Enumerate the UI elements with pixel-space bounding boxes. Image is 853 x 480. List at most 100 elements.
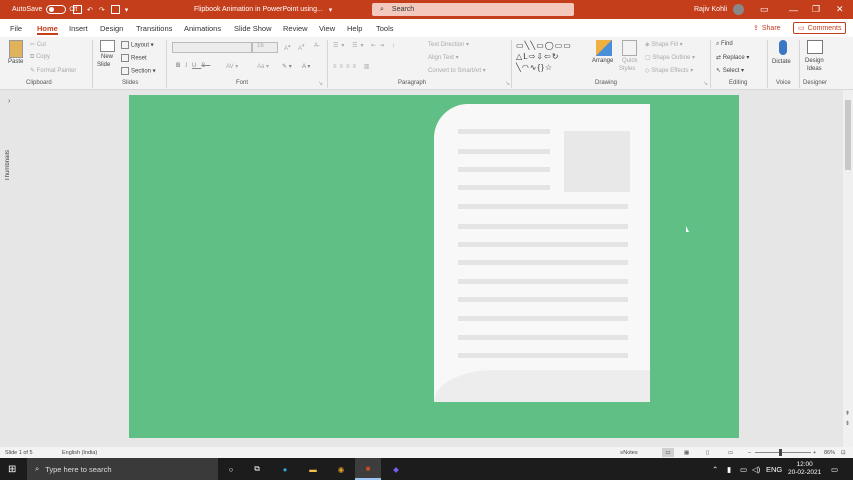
tray-overflow-icon[interactable]: ⌃ [712, 458, 718, 480]
new-slide-icon[interactable] [100, 40, 115, 52]
edge-icon[interactable]: ● [272, 458, 298, 480]
design-ideas-button-line2[interactable]: Ideas [807, 66, 822, 72]
tab-animations[interactable]: Animations [184, 19, 221, 37]
language-status[interactable]: English (India) [62, 447, 97, 458]
document-title[interactable]: Flipbook Animation in PowerPoint using..… [194, 0, 332, 19]
clear-format-icon[interactable]: A̶ [314, 43, 318, 49]
replace-button[interactable]: ⇄ Replace ▾ [716, 54, 749, 61]
tab-home[interactable]: Home [37, 19, 58, 37]
text-direction-button[interactable]: Text Direction ▾ [428, 41, 469, 48]
autosave-toggle[interactable] [46, 5, 67, 14]
tab-help[interactable]: Help [347, 19, 362, 37]
zoom-slider-handle[interactable] [779, 449, 782, 456]
dialog-launcher-icon[interactable]: ↘ [318, 80, 323, 87]
layout-button[interactable]: Layout ▾ [121, 41, 154, 49]
next-slide-icon[interactable]: ⇟ [845, 420, 850, 427]
slide-canvas[interactable] [129, 95, 739, 438]
dictate-button[interactable]: Dictate [772, 59, 791, 65]
volume-icon[interactable]: ◁) [752, 458, 760, 480]
autosave-control[interactable]: AutoSave Off [12, 0, 77, 19]
notifications-icon[interactable]: ▭ [831, 458, 838, 480]
dialog-launcher-icon[interactable]: ↘ [505, 80, 510, 87]
share-button[interactable]: ⇪ Share [753, 22, 781, 34]
ribbon-display-icon[interactable]: ▭ [760, 0, 769, 19]
tab-view[interactable]: View [319, 19, 335, 37]
app-icon[interactable]: ◆ [383, 458, 409, 480]
undo-icon[interactable]: ↶ [87, 6, 93, 14]
alignment-buttons[interactable]: ≡≡≡≡ ▥ [333, 63, 372, 70]
copy-button[interactable]: ⧉ Copy [30, 54, 50, 61]
font-color-icon[interactable]: A ▾ [302, 63, 310, 70]
normal-view-icon[interactable]: ▭ [662, 448, 674, 457]
restore-icon[interactable]: ❐ [812, 0, 820, 19]
customize-icon[interactable]: ▾ [125, 6, 129, 14]
paste-button[interactable]: Paste [8, 59, 23, 65]
search-box[interactable]: ⌕ Search [372, 3, 574, 16]
file-explorer-icon[interactable]: ▬ [300, 458, 326, 480]
cortana-icon[interactable]: ○ [218, 458, 244, 480]
zoom-slider[interactable] [755, 452, 811, 453]
font-shrink-icon[interactable]: A▾ [298, 43, 305, 52]
change-case-icon[interactable]: Aa ▾ [257, 63, 269, 70]
font-style-buttons[interactable]: BIUS [176, 63, 210, 69]
clock[interactable]: 12:00 20-02-2021 [788, 458, 821, 480]
zoom-in-icon[interactable]: + [813, 447, 816, 458]
redo-icon[interactable]: ↷ [99, 6, 105, 14]
tab-tools[interactable]: Tools [376, 19, 394, 37]
thumbnails-pane[interactable]: › Thumbnails [0, 90, 22, 447]
indent-icon[interactable]: ⇤⇥ [371, 43, 387, 49]
taskbar-search[interactable]: ⌕ Type here to search [27, 458, 218, 480]
zoom-out-icon[interactable]: – [748, 447, 751, 458]
chrome-icon[interactable]: ◉ [328, 458, 354, 480]
arrange-icon[interactable] [596, 40, 612, 56]
arrange-button[interactable]: Arrange [592, 58, 613, 64]
numbering-icon[interactable]: ☰▾ [352, 43, 366, 49]
windows-start-icon[interactable]: ⊞ [8, 458, 16, 480]
user-name[interactable]: Rajiv Kohli [694, 0, 727, 19]
shape-fill-button[interactable]: ◈ Shape Fill ▾ [645, 41, 683, 48]
bold-icon[interactable]: B [176, 63, 185, 69]
section-button[interactable]: Section ▾ [121, 67, 156, 75]
powerpoint-icon[interactable]: ■ [355, 458, 381, 480]
bullets-icon[interactable]: ☰▾ [333, 43, 347, 49]
highlight-icon[interactable]: ✎ ▾ [282, 63, 292, 70]
dialog-launcher-icon[interactable]: ↘ [703, 80, 708, 87]
prev-slide-icon[interactable]: ⇞ [845, 410, 850, 417]
underline-icon[interactable]: U [192, 63, 201, 69]
tab-slide-show[interactable]: Slide Show [234, 19, 272, 37]
tab-review[interactable]: Review [283, 19, 308, 37]
convert-smartart-button[interactable]: Convert to SmartArt ▾ [428, 67, 486, 74]
task-view-icon[interactable]: ⧉ [244, 458, 270, 480]
fit-slide-icon[interactable]: ⊡ [841, 447, 846, 458]
tab-file[interactable]: File [10, 19, 22, 37]
comments-button[interactable]: ▭ Comments [793, 22, 847, 34]
close-icon[interactable]: ✕ [836, 0, 844, 19]
notes-button[interactable]: ≡ Notes [620, 447, 638, 458]
quick-styles-button-line2[interactable]: Styles [619, 66, 635, 72]
minimize-icon[interactable]: — [789, 0, 798, 19]
tab-insert[interactable]: Insert [69, 19, 88, 37]
vertical-scrollbar[interactable]: ⇞ ⇟ [843, 90, 853, 447]
justify-icon[interactable]: ≡ [353, 64, 360, 70]
align-text-button[interactable]: Align Text ▾ [428, 54, 459, 61]
italic-icon[interactable]: I [185, 63, 192, 69]
font-grow-icon[interactable]: A▴ [284, 43, 291, 52]
shape-effects-button[interactable]: ◇ Shape Effects ▾ [645, 67, 693, 74]
microphone-icon[interactable] [779, 40, 787, 55]
shapes-gallery[interactable]: ▭╲╲▭◯▭▭ △ᒪ⇨⇩⇦↻ ╲◠∿{}☆ [516, 40, 588, 76]
strikethrough-icon[interactable]: S [201, 63, 210, 69]
present-icon[interactable] [110, 5, 120, 14]
char-spacing-icon[interactable]: AV ▾ [226, 63, 238, 70]
design-ideas-button-line1[interactable]: Design [805, 58, 824, 64]
shape-outline-button[interactable]: ▢ Shape Outline ▾ [645, 54, 695, 61]
battery-icon[interactable]: ▮ [727, 458, 731, 480]
select-button[interactable]: ↖ Select ▾ [716, 67, 744, 74]
line-spacing-icon[interactable]: ↕ [392, 43, 398, 49]
network-icon[interactable]: ▭ [740, 458, 747, 480]
save-icon[interactable] [73, 5, 82, 14]
input-language[interactable]: ENG [766, 458, 782, 480]
quick-styles-button-line1[interactable]: Quick [622, 58, 637, 64]
chevron-right-icon[interactable]: › [8, 98, 10, 105]
tab-transitions[interactable]: Transitions [136, 19, 172, 37]
reset-button[interactable]: Reset [121, 54, 147, 62]
